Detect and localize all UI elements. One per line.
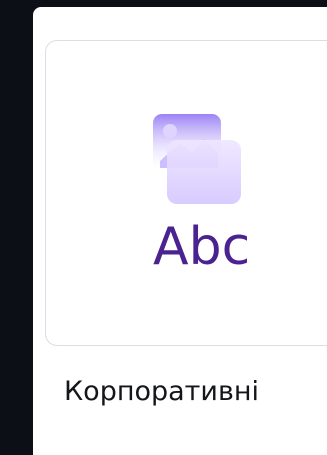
app-window: Abc Корпоративні — [0, 0, 327, 455]
template-panel: Abc Корпоративні — [33, 7, 327, 455]
template-card[interactable]: Abc — [45, 40, 327, 346]
template-name: Корпоративні — [64, 376, 260, 407]
thumbnail-sample-text: Abc — [153, 217, 251, 269]
image-icon — [153, 114, 241, 204]
